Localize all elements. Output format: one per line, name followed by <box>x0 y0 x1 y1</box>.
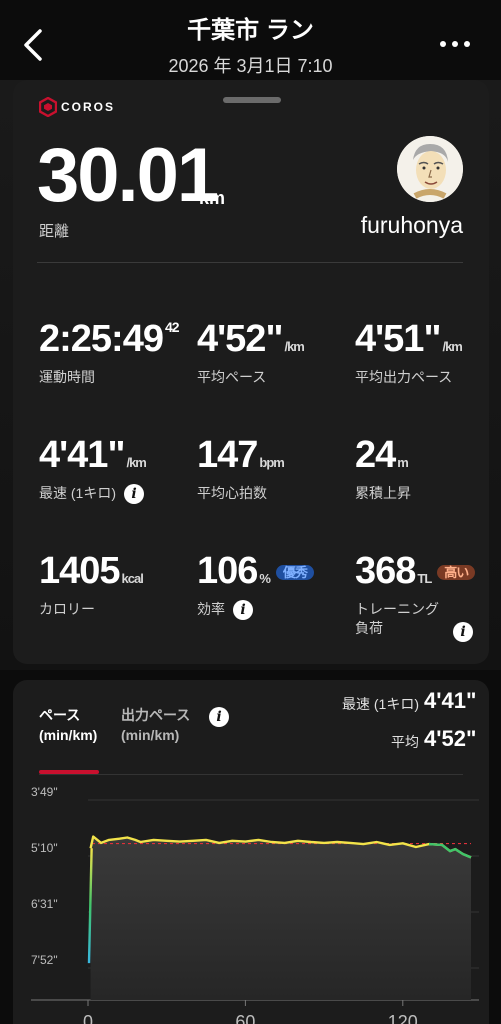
tab-pace[interactable]: ペース (min/km) <box>39 706 97 745</box>
stat-item: 106% 優秀効率 i <box>197 552 353 621</box>
stat-value-text: 1405 <box>39 550 121 592</box>
stat-label: 平均出力ペース <box>355 369 453 385</box>
brand-name: COROS <box>61 100 116 114</box>
average-value: 4'52" <box>424 726 477 751</box>
stat-value: 4'41"/km <box>39 436 195 474</box>
y-tick-label: 6'31" <box>31 897 58 911</box>
stat-value-text: 4'41" <box>39 434 125 476</box>
stat-label: トレーニング 負荷 i <box>355 600 501 642</box>
distance-unit: km <box>199 188 226 208</box>
page-title: 千葉市 ラン <box>187 17 314 44</box>
info-icon[interactable]: i <box>233 600 253 621</box>
distance-label: 距離 <box>39 223 70 240</box>
stat-value-text: 2:25:49 <box>39 318 164 360</box>
stat-value: 2:25:49 42 <box>39 320 195 358</box>
stat-item: 368 TL 高いトレーニング 負荷 i <box>355 552 501 642</box>
stat-value-text: 4'51" <box>355 318 441 360</box>
activity-datetime: 2026 年 3月1日 7:10 <box>168 56 333 76</box>
stat-value-text: 4'52" <box>197 318 283 360</box>
stat-value: 368 TL 高い <box>355 552 501 590</box>
stat-unit: /km <box>442 339 462 354</box>
stat-unit: % <box>259 571 271 586</box>
stat-item: 4'41"/km 最速 (1キロ) i <box>39 436 195 505</box>
stat-value-text: 24 <box>355 434 396 476</box>
info-icon[interactable]: i <box>209 707 229 727</box>
stat-label: 最速 (1キロ) i <box>39 484 195 505</box>
stat-unit: TL <box>417 571 432 586</box>
tabs-divider <box>39 774 463 775</box>
y-tick-label: 7'52" <box>31 953 58 967</box>
y-tick-label: 5'10" <box>31 841 58 855</box>
stat-label: 累積上昇 <box>355 485 411 501</box>
stat-value: 1405 kcal <box>39 552 195 590</box>
stat-value-text: 368 <box>355 550 416 592</box>
stat-value: 24 m <box>355 436 501 474</box>
stat-value-text: 106 <box>197 550 258 592</box>
tab-pace-label: ペース (min/km) <box>39 707 98 743</box>
drag-handle[interactable] <box>223 97 281 103</box>
stat-value-fraction: 42 <box>164 319 180 335</box>
stat-label: 運動時間 <box>39 369 95 385</box>
stat-unit: m <box>397 455 409 470</box>
fastest-value: 4'41" <box>424 688 477 713</box>
tab-power-pace[interactable]: 出力ペース (min/km) <box>121 706 190 745</box>
x-tick-label: 0 <box>83 1012 93 1024</box>
x-tick-label: 120 <box>388 1012 418 1024</box>
stat-item: 1405 kcal カロリー <box>39 552 195 619</box>
stat-unit: kcal <box>121 571 144 586</box>
x-tick-label: 60 <box>235 1012 255 1024</box>
info-icon[interactable]: i <box>453 622 473 642</box>
stat-item: 147 bpm 平均心拍数 <box>197 436 353 503</box>
stat-unit: /km <box>284 339 304 354</box>
pace-chart[interactable]: 3'49" 5'10" 6'31" 7'52" 0 60 120 <box>13 780 489 1024</box>
stat-label: 平均ペース <box>197 369 267 385</box>
pace-area <box>90 836 471 1000</box>
stat-item: 2:25:49 42 運動時間 <box>39 320 195 387</box>
status-badge: 優秀 <box>275 565 314 581</box>
distance-value: 30.01 <box>37 133 219 218</box>
username: furuhonya <box>360 212 463 238</box>
stat-value-text: 147 <box>197 434 258 476</box>
avatar[interactable] <box>397 136 463 202</box>
top-bar: 千葉市 ラン 2026 年 3月1日 7:10 <box>0 0 501 80</box>
stat-value: 106% 優秀 <box>197 552 353 590</box>
coros-logo: COROS <box>39 97 115 117</box>
stat-value: 4'52"/km <box>197 320 353 358</box>
stat-label: 効率 i <box>197 600 353 621</box>
tab-power-pace-label: 出力ペース (min/km) <box>121 707 191 743</box>
summary-card: COROS 30.01 km 距離 furuhonya 2:25:49 42 運動時… <box>13 80 489 664</box>
stat-value: 147 bpm <box>197 436 353 474</box>
stat-label: カロリー <box>39 601 95 617</box>
stat-item: 24 m 累積上昇 <box>355 436 501 503</box>
divider <box>37 262 463 263</box>
y-tick-label: 3'49" <box>31 785 58 799</box>
stat-value: 4'51"/km <box>355 320 501 358</box>
stat-unit: /km <box>126 455 146 470</box>
status-badge: 高い <box>437 565 476 581</box>
pace-chart-card: ペース (min/km) 出力ペース (min/km) i 最速 (1キロ) 4'4… <box>13 680 489 1024</box>
stat-item: 4'52"/km 平均ペース <box>197 320 353 387</box>
stat-unit: bpm <box>259 455 284 470</box>
stat-item: 4'51"/km 平均出力ペース <box>355 320 501 387</box>
info-icon[interactable]: i <box>124 484 144 505</box>
average-label: 平均 <box>391 734 419 750</box>
more-options-icon[interactable] <box>438 36 472 52</box>
fastest-label: 最速 (1キロ) <box>342 696 419 712</box>
stat-label: 平均心拍数 <box>197 485 267 501</box>
